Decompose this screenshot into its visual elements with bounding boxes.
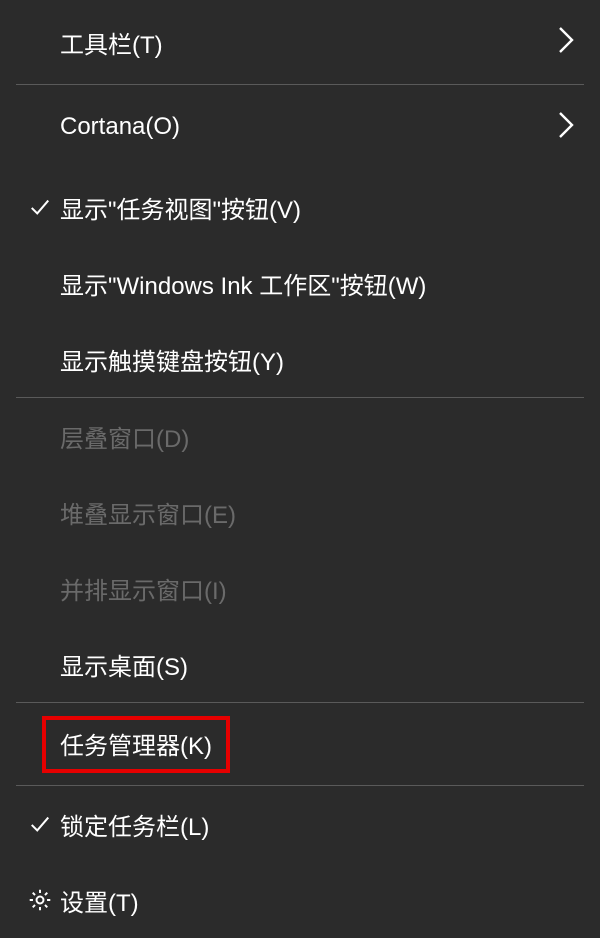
menu-item-label: 显示"Windows Ink 工作区"按钮(W): [60, 266, 576, 301]
menu-item-label: 显示"任务视图"按钮(V): [60, 190, 576, 225]
menu-item-show-touch-keyboard[interactable]: 显示触摸键盘按钮(Y): [0, 321, 600, 397]
menu-item-label: 工具栏(T): [60, 25, 576, 60]
chevron-right-icon: [556, 107, 576, 148]
menu-item-label: 并排显示窗口(I): [60, 571, 576, 606]
menu-item-label: 显示桌面(S): [60, 647, 576, 682]
menu-item-show-ink-workspace[interactable]: 显示"Windows Ink 工作区"按钮(W): [0, 245, 600, 321]
menu-item-show-desktop[interactable]: 显示桌面(S): [0, 626, 600, 702]
menu-item-label: 设置(T): [60, 883, 576, 918]
menu-item-toolbars[interactable]: 工具栏(T): [0, 0, 600, 84]
menu-item-label: Cortana(O): [60, 113, 576, 141]
chevron-right-icon: [556, 22, 576, 63]
menu-item-lock-taskbar[interactable]: 锁定任务栏(L): [0, 786, 600, 862]
menu-item-label: 堆叠显示窗口(E): [60, 495, 576, 530]
checkmark-icon: [24, 196, 56, 218]
highlight-box: 任务管理器(K): [42, 716, 230, 773]
menu-item-side-by-side-windows: 并排显示窗口(I): [0, 550, 600, 626]
menu-item-show-task-view[interactable]: 显示"任务视图"按钮(V): [0, 169, 600, 245]
menu-item-stack-windows: 堆叠显示窗口(E): [0, 474, 600, 550]
menu-item-task-manager[interactable]: 任务管理器(K): [0, 703, 600, 785]
menu-item-label: 显示触摸键盘按钮(Y): [60, 342, 576, 377]
menu-item-cortana[interactable]: Cortana(O): [0, 85, 600, 169]
menu-item-cascade-windows: 层叠窗口(D): [0, 398, 600, 474]
menu-item-label: 任务管理器(K): [60, 716, 576, 773]
taskbar-context-menu: 工具栏(T) Cortana(O) 显示"任务视图"按钮(V) 显示"Windo…: [0, 0, 600, 884]
checkmark-icon: [24, 813, 56, 835]
gear-icon: [24, 887, 56, 913]
menu-item-settings[interactable]: 设置(T): [0, 862, 600, 938]
menu-item-label: 层叠窗口(D): [60, 419, 576, 454]
menu-item-label: 锁定任务栏(L): [60, 807, 576, 842]
